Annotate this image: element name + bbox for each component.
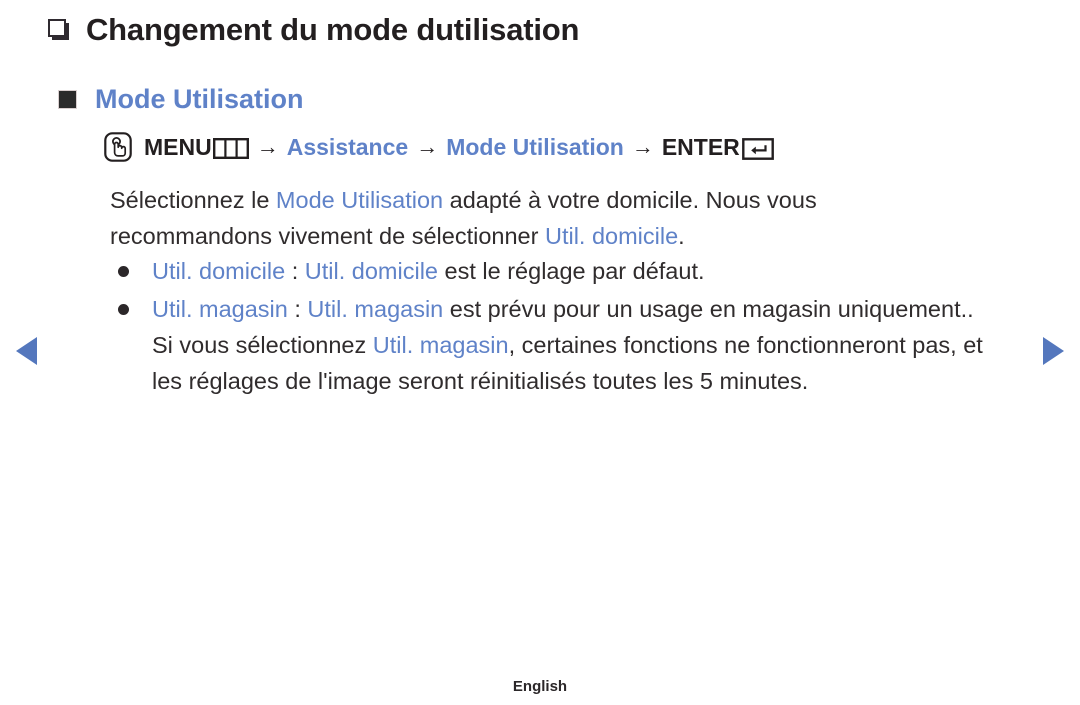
paragraph-highlight-1: Mode Utilisation bbox=[275, 187, 444, 213]
paragraph-part-3: . bbox=[678, 223, 685, 249]
list-item-term: Util. domicile bbox=[152, 258, 286, 284]
round-bullet-icon bbox=[118, 304, 129, 315]
manual-page: Changement du mode dutilisation Mode Uti… bbox=[0, 0, 1080, 705]
menu-path-step-mode-utilisation: Mode Utilisation bbox=[446, 133, 624, 160]
touch-button-icon bbox=[104, 132, 132, 162]
round-bullet-icon bbox=[118, 266, 129, 277]
menu-three-column-icon bbox=[212, 137, 249, 159]
next-page-arrow[interactable] bbox=[1043, 337, 1064, 365]
list-item-separator: : bbox=[285, 258, 305, 284]
menu-path: MENU → Assistance → Mode Utilisation → E… bbox=[104, 132, 774, 162]
hollow-square-bullet-icon bbox=[48, 19, 70, 41]
list-item-highlight-2: Util. magasin bbox=[372, 332, 509, 358]
section-heading-row: Mode Utilisation bbox=[58, 84, 304, 115]
intro-paragraph: Sélectionnez le Mode Utilisation adapté … bbox=[110, 182, 950, 254]
menu-path-arrow-3: → bbox=[631, 134, 654, 159]
paragraph-part-1: Sélectionnez le bbox=[110, 187, 276, 213]
list-item: Util. domicile : Util. domicile est le r… bbox=[110, 253, 1000, 289]
list-item-highlight: Util. domicile bbox=[304, 258, 438, 284]
previous-page-arrow[interactable] bbox=[16, 337, 37, 365]
options-list: Util. domicile : Util. domicile est le r… bbox=[110, 253, 1000, 401]
menu-path-enter-label: ENTER bbox=[661, 133, 740, 160]
list-item-text: est le réglage par défaut. bbox=[438, 258, 705, 284]
page-title: Changement du mode dutilisation bbox=[86, 12, 580, 47]
menu-path-arrow-1: → bbox=[256, 134, 279, 159]
paragraph-highlight-2: Util. domicile bbox=[544, 223, 679, 249]
menu-path-menu-label: MENU bbox=[144, 133, 212, 160]
enter-return-icon bbox=[741, 138, 774, 160]
section-heading: Mode Utilisation bbox=[95, 84, 304, 114]
list-item: Util. magasin : Util. magasin est prévu … bbox=[110, 291, 1000, 399]
menu-path-arrow-2: → bbox=[416, 134, 439, 159]
list-item-highlight: Util. magasin bbox=[307, 296, 444, 322]
list-item-separator: : bbox=[287, 296, 308, 322]
footer-language: English bbox=[512, 678, 568, 695]
page-title-row: Changement du mode dutilisation bbox=[48, 12, 579, 48]
menu-path-step-assistance: Assistance bbox=[286, 133, 409, 160]
filled-square-bullet-icon bbox=[58, 90, 77, 109]
list-item-term: Util. magasin bbox=[152, 296, 288, 322]
